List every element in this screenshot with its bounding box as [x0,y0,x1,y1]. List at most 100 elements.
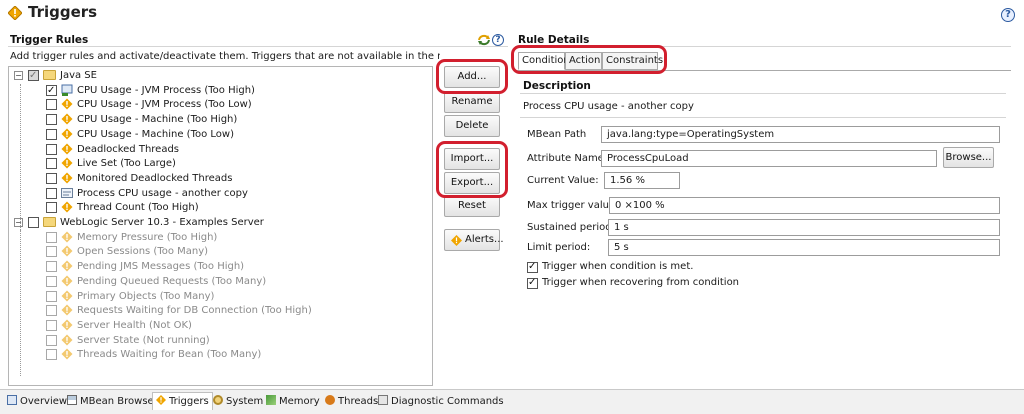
tree-item[interactable]: CPU Usage - Machine (Too Low) [0,128,433,141]
warning-icon [61,157,73,169]
folder-icon [43,70,56,80]
trigger-rules-title: Trigger Rules [10,34,89,46]
tree-item[interactable]: CPU Usage - Machine (Too High) [0,113,433,126]
tree-checkbox[interactable] [46,188,57,199]
browse-button[interactable]: Browse... [943,147,994,168]
trigger-recover-label: Trigger when recovering from condition [542,277,740,288]
tree-checkbox[interactable] [46,276,57,287]
limit-period-field[interactable]: 5 s [608,239,1000,256]
tree-item[interactable]: CPU Usage - JVM Process (Too High) [0,84,433,97]
tree-checkbox[interactable] [46,129,57,140]
tree-checkbox[interactable] [46,246,57,257]
tree-label: Thread Count (Too High) [77,202,199,213]
warning-icon [61,113,73,125]
trigger-met-label: Trigger when condition is met. [542,261,694,272]
tree-checkbox[interactable] [46,261,57,272]
warning-icon [61,275,73,287]
tree-checkbox[interactable] [46,173,57,184]
sync-icon[interactable] [477,34,491,46]
highlight-import-export [436,141,508,198]
trigger-met-checkbox[interactable] [527,261,538,273]
tab-system-label: System [226,396,264,407]
warning-icon [61,128,73,140]
tree-checkbox[interactable] [46,232,57,243]
tab-mbean-browser[interactable]: MBean Browser [63,392,162,410]
tree-group[interactable]: − WebLogic Server 10.3 - Examples Server [0,216,433,229]
tree-label: Pending Queued Requests (Too Many) [77,276,267,287]
tree-label: Memory Pressure (Too High) [77,232,218,243]
threads-icon [325,395,335,405]
tree-item[interactable]: Thread Count (Too High) [0,201,433,214]
max-trigger-field[interactable]: 0 ×100 % [609,197,1000,214]
diagnostic-icon [378,395,388,405]
trigger-recover-checkbox[interactable] [527,277,538,289]
tree-checkbox[interactable] [46,114,57,125]
warning-icon [61,231,73,243]
tree-checkbox[interactable] [46,291,57,302]
tab-threads[interactable]: Threads [321,392,382,410]
tree-checkbox[interactable] [46,305,57,316]
warning-icon [61,348,73,360]
tree-item[interactable]: Server State (Not running) [0,334,433,347]
tree-label: Deadlocked Threads [77,144,180,155]
tree-checkbox[interactable] [46,335,57,346]
tree-item[interactable]: Server Health (Not OK) [0,319,433,332]
tab-mbean-browser-label: MBean Browser [80,396,158,407]
tree-item[interactable]: Pending JMS Messages (Too High) [0,260,433,273]
attribute-name-field[interactable]: ProcessCpuLoad [601,150,937,167]
sustained-period-field[interactable]: 1 s [608,219,1000,236]
warning-icon [61,98,73,110]
tab-memory[interactable]: Memory [262,392,324,410]
tree-label: CPU Usage - JVM Process (Too High) [77,85,255,96]
tree-label: Process CPU usage - another copy [77,188,248,199]
warning-icon [61,260,73,272]
tree-item[interactable]: Memory Pressure (Too High) [0,231,433,244]
tree-item[interactable]: Monitored Deadlocked Threads [0,172,433,185]
tab-diagnostic-commands-label: Diagnostic Commands [391,396,504,407]
collapse-icon[interactable]: − [14,218,23,227]
tree-checkbox[interactable] [46,320,57,331]
tree-item[interactable]: Primary Objects (Too Many) [0,290,433,303]
tree-checkbox[interactable] [46,158,57,169]
tree-item[interactable]: Requests Waiting for DB Connection (Too … [0,304,433,317]
tree-label: Live Set (Too Large) [77,158,176,169]
tab-overview[interactable]: Overview [3,392,71,410]
tree-checkbox[interactable] [46,202,57,213]
rename-button[interactable]: Rename [444,91,500,113]
overview-icon [7,395,17,405]
system-icon [213,395,223,405]
delete-button[interactable]: Delete [444,115,500,137]
tree-checkbox[interactable] [46,84,57,97]
tree-checkbox[interactable] [28,217,39,228]
tree-label: Pending JMS Messages (Too High) [77,261,245,272]
tab-diagnostic-commands[interactable]: Diagnostic Commands [374,392,508,410]
tree-item[interactable]: Open Sessions (Too Many) [0,245,433,258]
tree-checkbox[interactable] [46,144,57,155]
tree-group[interactable]: − Java SE [0,69,433,82]
warning-icon [61,334,73,346]
highlight-tabs [511,45,667,74]
tree-item[interactable]: CPU Usage - JVM Process (Too Low) [0,98,433,111]
tree-checkbox[interactable] [46,349,57,360]
description-heading: Description [523,80,591,92]
mbean-browser-icon [67,395,77,405]
tree-item[interactable]: Threads Waiting for Bean (Too Many) [0,348,433,361]
collapse-icon[interactable]: − [14,71,23,80]
tab-system[interactable]: System [209,392,267,410]
tree-checkbox[interactable] [28,69,39,82]
mbean-path-field[interactable]: java.lang:type=OperatingSystem [601,126,1000,143]
help-icon[interactable]: ? [1001,8,1015,22]
tree-item[interactable]: Process CPU usage - another copy [0,187,433,200]
tree-label: Java SE [60,70,97,81]
tree-item[interactable]: Live Set (Too Large) [0,157,433,170]
tab-triggers[interactable]: Triggers [152,392,213,410]
tree-item[interactable]: Deadlocked Threads [0,143,433,156]
alerts-button[interactable]: Alerts... [444,229,504,251]
current-value-field: 1.56 % [604,172,680,189]
warning-icon [61,245,73,257]
tree-checkbox[interactable] [46,99,57,110]
reset-button[interactable]: Reset [444,195,500,217]
tree-item[interactable]: Pending Queued Requests (Too Many) [0,275,433,288]
rules-help-icon[interactable]: ? [492,34,504,46]
tree-label: Server State (Not running) [77,335,210,346]
